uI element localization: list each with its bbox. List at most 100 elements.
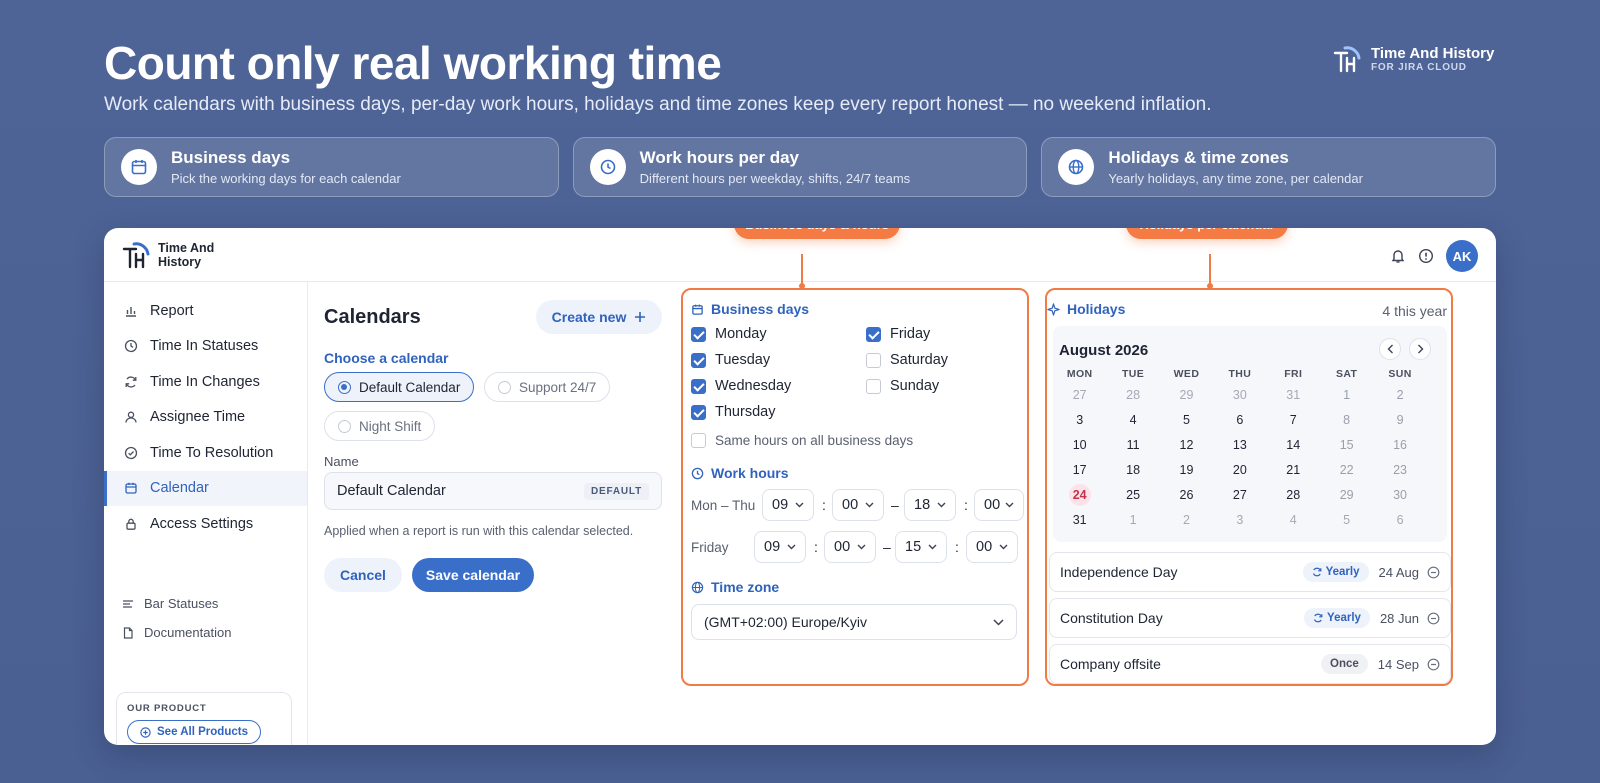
calendar-day[interactable]: 8 xyxy=(1320,413,1373,427)
calendar-day[interactable]: 27 xyxy=(1213,488,1266,502)
holidays-panel: Holidays 4 this year August 2026 MON TUE W… xyxy=(1045,288,1453,686)
calendar-day[interactable]: 6 xyxy=(1213,413,1266,427)
chevron-right-icon xyxy=(1417,344,1423,354)
calendar-day[interactable]: 2 xyxy=(1373,388,1426,402)
sidebar-item-documentation[interactable]: Documentation xyxy=(122,625,231,640)
remove-icon[interactable] xyxy=(1427,612,1440,625)
calendar-day[interactable]: 31 xyxy=(1053,513,1106,527)
checkbox-icon xyxy=(691,433,706,448)
cancel-button[interactable]: Cancel xyxy=(324,558,402,592)
sidebar-item-report[interactable]: Report xyxy=(104,293,307,329)
calendar-day[interactable]: 4 xyxy=(1267,513,1320,527)
calendar-option-support[interactable]: Support 24/7 xyxy=(484,372,611,402)
calendar-day[interactable]: 1 xyxy=(1320,388,1373,402)
calendar-day[interactable]: 10 xyxy=(1053,438,1106,452)
prev-month-button[interactable] xyxy=(1379,338,1401,360)
time-zone-heading: Time zone xyxy=(691,579,779,595)
day-checkbox-sunday[interactable]: Sunday xyxy=(866,378,939,394)
calendar-day[interactable]: 2 xyxy=(1160,513,1213,527)
calendar-day[interactable]: 5 xyxy=(1160,413,1213,427)
remove-icon[interactable] xyxy=(1427,658,1440,671)
end-minute-select[interactable]: 00 xyxy=(966,531,1018,563)
save-calendar-button[interactable]: Save calendar xyxy=(412,558,534,592)
holiday-row[interactable]: Company offsite Once 14 Sep xyxy=(1049,644,1451,684)
calendar-day[interactable]: 12 xyxy=(1160,438,1213,452)
start-hour-select[interactable]: 09 xyxy=(762,489,814,521)
calendar-day[interactable]: 7 xyxy=(1267,413,1320,427)
sidebar: Report Time In Statuses Time In Changes … xyxy=(104,282,308,745)
calendar-day[interactable]: 21 xyxy=(1267,463,1320,477)
calendar-option-night-shift[interactable]: Night Shift xyxy=(324,411,436,441)
calendar-day[interactable]: 6 xyxy=(1373,513,1426,527)
calendar-day[interactable]: 22 xyxy=(1320,463,1373,477)
start-minute-select[interactable]: 00 xyxy=(824,531,876,563)
app-brand[interactable]: Time And History xyxy=(122,240,228,270)
calendar-day[interactable]: 17 xyxy=(1053,463,1106,477)
sidebar-item-access-settings[interactable]: Access Settings xyxy=(104,506,307,542)
sidebar-item-time-to-resolution[interactable]: Time To Resolution xyxy=(104,435,307,471)
calendar-day[interactable]: 9 xyxy=(1373,413,1426,427)
calendar-day[interactable]: 20 xyxy=(1213,463,1266,477)
end-hour-select[interactable]: 15 xyxy=(895,531,947,563)
day-checkbox-monday[interactable]: Monday xyxy=(691,326,767,342)
calendar-option-label: Default Calendar xyxy=(359,379,461,395)
sidebar-item-bar-statuses[interactable]: Bar Statuses xyxy=(122,596,218,611)
day-checkbox-saturday[interactable]: Saturday xyxy=(866,352,948,368)
calendar-day[interactable]: 14 xyxy=(1267,438,1320,452)
calendar-day[interactable]: 18 xyxy=(1106,463,1159,477)
info-icon[interactable] xyxy=(1418,248,1434,264)
start-hour-select[interactable]: 09 xyxy=(754,531,806,563)
next-month-button[interactable] xyxy=(1409,338,1431,360)
sidebar-item-calendar[interactable]: Calendar xyxy=(104,470,307,506)
calendar-day[interactable]: 30 xyxy=(1213,388,1266,402)
sidebar-item-time-in-changes[interactable]: Time In Changes xyxy=(104,364,307,400)
remove-icon[interactable] xyxy=(1427,566,1440,579)
calendar-day[interactable]: 15 xyxy=(1320,438,1373,452)
start-minute-select[interactable]: 00 xyxy=(832,489,884,521)
calendar-day[interactable]: 26 xyxy=(1160,488,1213,502)
calendar-day[interactable]: 3 xyxy=(1053,413,1106,427)
calendar-day[interactable]: 25 xyxy=(1106,488,1159,502)
calendar-day[interactable]: 28 xyxy=(1267,488,1320,502)
calendar-day[interactable]: 29 xyxy=(1160,388,1213,402)
calendar-day[interactable]: 27 xyxy=(1053,388,1106,402)
sidebar-item-assignee-time[interactable]: Assignee Time xyxy=(104,400,307,436)
calendar-day[interactable]: 19 xyxy=(1160,463,1213,477)
avatar[interactable]: AK xyxy=(1446,240,1478,272)
day-checkbox-wednesday[interactable]: Wednesday xyxy=(691,378,791,394)
calendar-day[interactable]: 31 xyxy=(1267,388,1320,402)
day-checkbox-tuesday[interactable]: Tuesday xyxy=(691,352,770,368)
same-hours-checkbox[interactable]: Same hours on all business days xyxy=(691,433,913,448)
calendar-day[interactable]: 3 xyxy=(1213,513,1266,527)
holiday-row[interactable]: Independence Day Yearly 24 Aug xyxy=(1049,552,1451,592)
calendar-day[interactable]: 1 xyxy=(1106,513,1159,527)
holiday-row[interactable]: Constitution Day Yearly 28 Jun xyxy=(1049,598,1451,638)
calendar-day[interactable]: 5 xyxy=(1320,513,1373,527)
day-checkbox-friday[interactable]: Friday xyxy=(866,326,930,342)
bell-icon[interactable] xyxy=(1390,248,1406,264)
calendar-day[interactable]: 29 xyxy=(1320,488,1373,502)
sidebar-item-label: Time To Resolution xyxy=(150,444,274,461)
calendar-day[interactable]: 11 xyxy=(1106,438,1159,452)
create-new-button[interactable]: Create new xyxy=(536,300,662,334)
select-value: 15 xyxy=(905,539,922,555)
calendar-day[interactable]: 23 xyxy=(1373,463,1426,477)
sidebar-item-time-in-statuses[interactable]: Time In Statuses xyxy=(104,329,307,365)
calendar-day[interactable]: 30 xyxy=(1373,488,1426,502)
calendar-week-row: 17 18 19 20 21 22 23 xyxy=(1053,457,1427,482)
calendar-day[interactable]: 13 xyxy=(1213,438,1266,452)
calendar-day[interactable]: 28 xyxy=(1106,388,1159,402)
time-zone-select[interactable]: (GMT+02:00) Europe/Kyiv xyxy=(691,604,1017,640)
name-field[interactable]: Default Calendar DEFAULT xyxy=(324,472,662,510)
hero-subtitle: Work calendars with business days, per-d… xyxy=(104,94,1212,115)
calendar-day[interactable]: 4 xyxy=(1106,413,1159,427)
chevron-down-icon xyxy=(993,618,1004,626)
see-all-products-button[interactable]: See All Products xyxy=(127,720,261,744)
calendar-option-default[interactable]: Default Calendar xyxy=(324,372,475,402)
day-checkbox-thursday[interactable]: Thursday xyxy=(691,404,775,420)
end-hour-select[interactable]: 18 xyxy=(904,489,956,521)
calendar-day[interactable]: 16 xyxy=(1373,438,1426,452)
calendar-day[interactable]: 24 xyxy=(1053,483,1106,506)
sparkle-icon xyxy=(1047,302,1060,316)
end-minute-select[interactable]: 00 xyxy=(974,489,1024,521)
